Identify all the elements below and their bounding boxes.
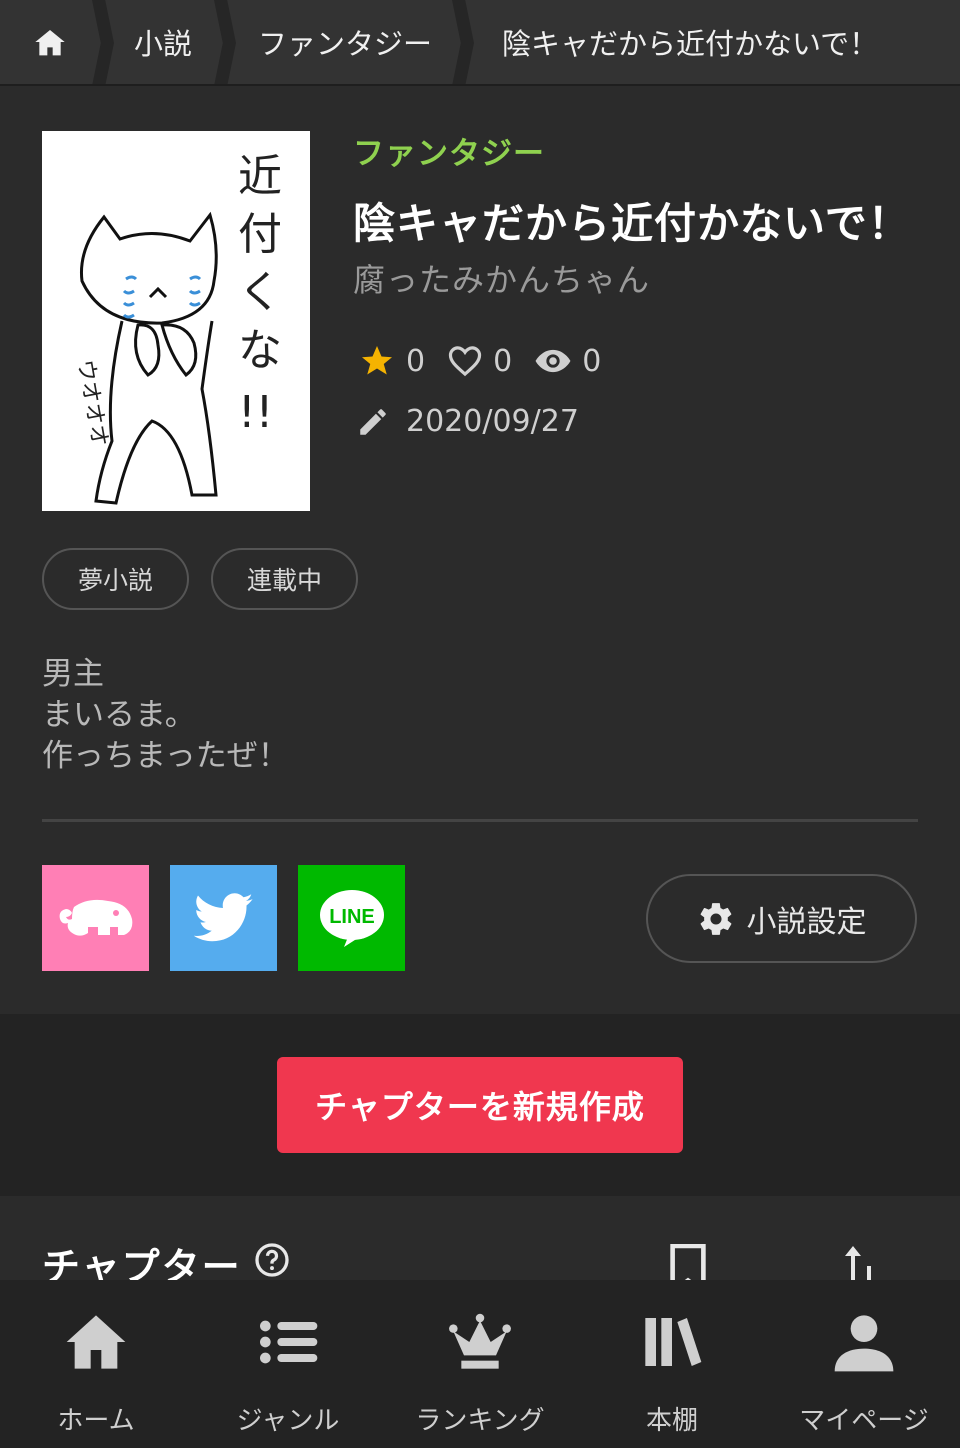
home-icon bbox=[35, 30, 65, 56]
bookshelf-icon bbox=[645, 1318, 702, 1366]
line-logo-icon: LINE bbox=[319, 890, 384, 947]
list-icon bbox=[260, 1320, 318, 1364]
heart-outline-icon bbox=[448, 346, 482, 377]
description-line: 作っちまったぜ！ bbox=[42, 738, 289, 774]
line-logo-text: LINE bbox=[329, 906, 375, 928]
tag-ongoing[interactable]: 連載中 bbox=[211, 548, 359, 610]
person-icon bbox=[834, 1315, 894, 1372]
divider bbox=[42, 819, 918, 822]
chapter-section: チャプター bbox=[0, 1196, 960, 1286]
eye-icon bbox=[535, 349, 571, 373]
share-buttons: LINE bbox=[42, 865, 426, 971]
view-count: 0 bbox=[534, 344, 601, 379]
novel-author[interactable]: 腐ったみかんちゃん bbox=[353, 255, 650, 301]
novel-description: 男主 まいるま。 作っちまったぜ！ bbox=[42, 654, 289, 777]
chapter-section-title: チャプター bbox=[42, 1245, 242, 1286]
crown-icon bbox=[449, 1313, 511, 1369]
share-line-button[interactable]: LINE bbox=[298, 865, 405, 971]
breadcrumb-item-current: 陰キャだから近付かないで！ bbox=[502, 27, 879, 61]
novel-settings-label: 小説設定 bbox=[746, 904, 867, 940]
cover-image[interactable]: ウオオオ 近 付 く な !! bbox=[42, 131, 310, 511]
home-icon bbox=[66, 1315, 126, 1369]
description-line: 男主 bbox=[42, 656, 104, 692]
breadcrumb: 小説 ファンタジー 陰キャだから近付かないで！ bbox=[0, 0, 960, 86]
create-chapter-section: チャプターを新規作成 bbox=[0, 1014, 960, 1196]
novel-stats: 0 0 0 bbox=[358, 343, 623, 379]
novel-info: ウオオオ 近 付 く な !! ファンタジー 陰キャだから近付かないで！ 腐った… bbox=[0, 88, 960, 1014]
nav-mypage-label: マイページ bbox=[799, 1406, 929, 1436]
twitter-bird-icon bbox=[193, 893, 253, 942]
star-count: 0 bbox=[358, 343, 425, 379]
share-twitter-button[interactable] bbox=[170, 865, 277, 971]
star-count-value: 0 bbox=[406, 343, 426, 379]
tag-list: 夢小説 連載中 bbox=[42, 548, 380, 610]
nav-bookshelf[interactable]: 本棚 bbox=[576, 1280, 768, 1448]
nav-ranking[interactable]: ランキング bbox=[384, 1280, 576, 1448]
novel-settings-button[interactable]: 小説設定 bbox=[646, 874, 917, 963]
nav-ranking-label: ランキング bbox=[415, 1406, 545, 1436]
novel-title: 陰キャだから近付かないで！ bbox=[353, 199, 911, 248]
bottom-navigation: ホーム ジャンル ランキング 本棚 マイページ bbox=[0, 1280, 960, 1448]
like-count-value: 0 bbox=[493, 343, 513, 379]
breadcrumb-item-novel[interactable]: 小説 bbox=[100, 0, 222, 84]
view-count-value: 0 bbox=[582, 343, 602, 379]
updated-date-value: 2020/09/27 bbox=[406, 404, 579, 439]
create-chapter-button[interactable]: チャプターを新規作成 bbox=[277, 1057, 683, 1153]
nav-bookshelf-label: 本棚 bbox=[645, 1406, 698, 1436]
cover-illustration: ウオオオ 近 付 く な !! bbox=[42, 131, 310, 511]
nav-mypage[interactable]: マイページ bbox=[768, 1280, 960, 1448]
breadcrumb-home[interactable] bbox=[0, 0, 100, 84]
gear-icon bbox=[700, 902, 731, 935]
nav-genre-label: ジャンル bbox=[236, 1406, 340, 1436]
elephant-icon bbox=[59, 899, 132, 936]
star-icon bbox=[362, 346, 392, 375]
nav-genre[interactable]: ジャンル bbox=[192, 1280, 384, 1448]
nav-home-label: ホーム bbox=[57, 1406, 135, 1436]
nav-home[interactable]: ホーム bbox=[0, 1280, 192, 1448]
share-meiyo-button[interactable] bbox=[42, 865, 149, 971]
updated-date: 2020/09/27 bbox=[356, 404, 579, 439]
pencil-icon bbox=[360, 408, 386, 435]
help-icon[interactable] bbox=[254, 1242, 290, 1278]
description-line: まいるま。 bbox=[42, 697, 196, 733]
like-count: 0 bbox=[447, 344, 512, 379]
breadcrumb-item-genre[interactable]: ファンタジー bbox=[222, 0, 462, 84]
novel-genre[interactable]: ファンタジー bbox=[353, 128, 545, 173]
tag-dream-novel[interactable]: 夢小説 bbox=[42, 548, 190, 610]
